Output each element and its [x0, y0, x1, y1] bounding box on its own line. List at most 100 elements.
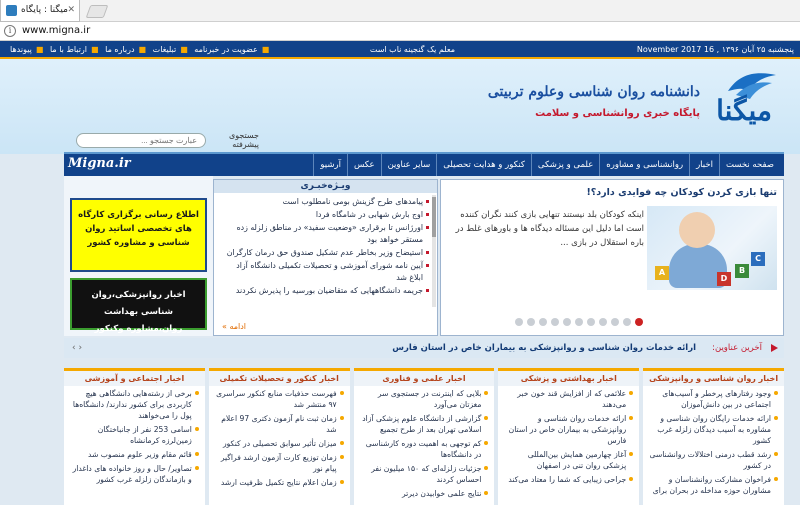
logo-name[interactable]: میگنا: [716, 94, 772, 127]
slide-image[interactable]: A B C D: [647, 206, 777, 290]
slide-title[interactable]: تنها بازی کردن کودکان چه فوایدی دارد؟!: [586, 187, 777, 198]
nav-brand[interactable]: Migna.ir: [68, 156, 131, 171]
nav-item-psychology[interactable]: روانشناسی و مشاوره: [599, 154, 689, 176]
nav-items: صفحه نخست اخبار روانشناسی و مشاوره علمی …: [313, 154, 780, 176]
column-title[interactable]: اخبار روان شناسی و روانپزشکی: [643, 371, 784, 386]
latest-ticker: آخرین عناوین: ارائه خدمات روان شناسی و ر…: [64, 338, 784, 358]
news-column: اخبار علمی و فناوری بلایی که اینترنت در …: [353, 368, 495, 505]
column-item[interactable]: جراحی زیبایی که شما را معتاد می‌کند: [502, 474, 634, 485]
featured-news-item[interactable]: جریمه دانشگاههایی که متقاضیان بورسیه را …: [222, 285, 429, 297]
slide-dot[interactable]: [611, 318, 619, 326]
top-links: ■عضویت در خبرنامه ■تبلیغات ■درباره ما ■ا…: [10, 45, 270, 54]
browser-tab-strip: میگنا : پایگاه خبری ✕: [0, 0, 800, 35]
featured-news-box: ویـژه‌خبـری پیامدهای طرح گزینش بومی نامط…: [213, 179, 438, 336]
column-item[interactable]: زمان توزیع کارت آزمون ارشد فراگیر پیام ن…: [213, 452, 344, 474]
column-item[interactable]: ارائه خدمات رایگان روان شناسی و مشاوره ب…: [647, 413, 778, 446]
column-item[interactable]: اسامی 253 نفر از جانباختگان زمین‌لرزه کر…: [68, 424, 199, 446]
latest-label: آخرین عناوین:: [712, 343, 762, 353]
notice-text: معلم یک گنجینه ناب است: [369, 45, 455, 54]
advanced-search-link[interactable]: جستجوی پیشرفته: [211, 131, 259, 149]
news-columns: اخبار روان شناسی و روانپزشکی وجود رفتاره…: [64, 368, 784, 505]
favicon-icon: [6, 5, 17, 16]
news-column: اخبار بهداشتی و پزشکی علائمی که از افزای…: [498, 368, 640, 505]
column-title[interactable]: اخبار کنکور و تحصیلات تکمیلی: [208, 371, 350, 386]
column-title[interactable]: اخبار بهداشتی و پزشکی: [498, 371, 640, 386]
column-item[interactable]: زمان ثبت نام آزمون دکتری 97 اعلام شد: [213, 413, 344, 435]
address-bar[interactable]: i www.migna.ir: [0, 22, 800, 41]
url-text[interactable]: www.migna.ir: [22, 25, 90, 36]
news-banner[interactable]: اخبار روانپزشکی،روان شناسی بهداشت روان،م…: [70, 278, 207, 334]
news-column: اخبار اجتماعی و آموزشی برخی از رشته‌هایی…: [64, 368, 205, 505]
top-link-contact[interactable]: ارتباط با ما: [50, 45, 87, 54]
browser-tab[interactable]: میگنا : پایگاه خبری ✕: [0, 0, 80, 35]
featured-news-item[interactable]: آیین نامه شورای آموزشی و تحصیلات تکمیلی …: [222, 260, 429, 284]
logo-subtitle: پایگاه خبری روانشناسی و سلامت: [535, 108, 700, 119]
logo-tagline: دانشنامه روان شناسی وعلوم تربیتی: [487, 84, 700, 100]
featured-news-item[interactable]: پیامدهای طرح گزینش بومی نامطلوب است: [222, 196, 429, 208]
news-column: اخبار روان شناسی و روانپزشکی وجود رفتاره…: [643, 368, 784, 505]
slide-dot[interactable]: [515, 318, 523, 326]
slide-dot[interactable]: [539, 318, 547, 326]
column-item[interactable]: برخی از رشته‌هایی دانشگاهی هیچ کاربردی ب…: [68, 388, 199, 421]
slide-dot[interactable]: [575, 318, 583, 326]
news-column: اخبار کنکور و تحصیلات تکمیلی فهرست حذفیا…: [208, 368, 350, 505]
column-item[interactable]: علائمی که از افزایش قند خون خبر می‌دهند: [502, 388, 634, 410]
main-nav: Migna.ir صفحه نخست اخبار روانشناسی و مشا…: [64, 152, 784, 176]
play-icon: [771, 344, 778, 352]
new-tab-button[interactable]: [85, 5, 109, 18]
headline-slider: تنها بازی کردن کودکان چه فوایدی دارد؟! A…: [440, 179, 784, 336]
nav-item-archive[interactable]: آرشیو: [313, 154, 347, 176]
column-item[interactable]: میزان تأثیر سوابق تحصیلی در کنکور: [213, 438, 344, 449]
slide-dots: [515, 318, 643, 326]
top-link-newsletter[interactable]: عضویت در خبرنامه: [194, 45, 257, 54]
column-item[interactable]: جزئیات زلزله‌ای که ۱۵۰ میلیون نفر احساس …: [358, 463, 489, 485]
scrollbar[interactable]: [432, 195, 436, 307]
slide-dot[interactable]: [551, 318, 559, 326]
site-topbar: پنجشنبه ۲۵ آبان ۱۳۹۶ , 16 November 2017 …: [0, 41, 800, 59]
nav-item-news[interactable]: اخبار: [689, 154, 719, 176]
more-link[interactable]: ادامه »: [222, 322, 246, 331]
column-item[interactable]: فراخوان مشارکت روانشناسان و مشاوران حوزه…: [647, 474, 778, 496]
column-title[interactable]: اخبار اجتماعی و آموزشی: [64, 371, 205, 386]
column-item[interactable]: گزارشی از دانشگاه علوم پزشکی آزاد اسلامی…: [358, 413, 489, 435]
column-item[interactable]: نتایج علمی خوابیدن دیرتر: [358, 488, 489, 499]
slide-dot[interactable]: [599, 318, 607, 326]
column-title[interactable]: اخبار علمی و فناوری: [353, 371, 495, 386]
nav-item-home[interactable]: صفحه نخست: [718, 154, 780, 176]
slide-text: اینکه کودکان بلد نیستند تنهایی بازی کنند…: [455, 210, 644, 248]
column-item[interactable]: وجود رفتارهای پرخطر و آسیب‌های اجتماعی د…: [647, 388, 778, 410]
top-link-about[interactable]: درباره ما: [105, 45, 134, 54]
featured-news-item[interactable]: اورژانس تا برقراری «وضعیت سفید» در مناطق…: [222, 222, 429, 246]
date-text: پنجشنبه ۲۵ آبان ۱۳۹۶ , 16 November 2017: [636, 45, 794, 54]
nav-item-other[interactable]: سایر عناوین: [380, 154, 437, 176]
slide-dot[interactable]: [527, 318, 535, 326]
featured-news-item[interactable]: اوج بارش شهابی در شامگاه فردا: [222, 209, 429, 221]
column-item[interactable]: بلایی که اینترنت در جستجوی سر مغزتان می‌…: [358, 388, 489, 410]
slide-dot[interactable]: [587, 318, 595, 326]
nav-item-medical[interactable]: علمی و پزشکی: [530, 154, 599, 176]
featured-news-title: ویـژه‌خبـری: [214, 180, 437, 193]
nav-item-konkur[interactable]: کنکور و هدایت تحصیلی: [436, 154, 531, 176]
info-icon[interactable]: i: [4, 25, 16, 37]
column-item[interactable]: ارائه خدمات روان شناسی و روانپزشکی به بی…: [502, 413, 634, 446]
column-item[interactable]: کم توجهی به اهمیت دوره کارشناسی در دانشگ…: [358, 438, 489, 460]
nav-item-photo[interactable]: عکس: [346, 154, 381, 176]
ticker-arrows-icon[interactable]: ‹ ›: [72, 338, 82, 358]
column-item[interactable]: قائم مقام وزیر علوم منصوب شد: [68, 449, 199, 460]
top-link-ads[interactable]: تبلیغات: [153, 45, 177, 54]
slide-dot[interactable]: [635, 318, 643, 326]
latest-text[interactable]: ارائه خدمات روان شناسی و روانپزشکی به بی…: [392, 338, 696, 358]
workshop-banner[interactable]: اطلاع رسانی برگزاری کارگاه های تخصصی اسا…: [70, 198, 207, 272]
column-item[interactable]: فهرست حذفیات منابع کنکور سراسری ۹۷ منتشر…: [213, 388, 344, 410]
slide-dot[interactable]: [623, 318, 631, 326]
featured-news-list: پیامدهای طرح گزینش بومی نامطلوب است اوج …: [214, 193, 437, 319]
close-icon[interactable]: ✕: [67, 0, 75, 20]
top-link-links[interactable]: پیوندها: [10, 45, 32, 54]
column-item[interactable]: تصاویر/ حال و روز خانواده های داغدار و ب…: [68, 463, 199, 485]
search-input[interactable]: [76, 133, 206, 148]
column-item[interactable]: زمان اعلام نتایج تکمیل ظرفیت ارشد: [213, 477, 344, 488]
column-item[interactable]: آغاز چهارمین همایش بین‌المللی پزشکی روان…: [502, 449, 634, 471]
slide-dot[interactable]: [563, 318, 571, 326]
column-item[interactable]: رشد قطب درمنی اختلالات روانشناسی در کشور: [647, 449, 778, 471]
featured-news-item[interactable]: استیضاح وزیر بخاطر عدم تشکیل صندوق حق در…: [222, 247, 429, 259]
